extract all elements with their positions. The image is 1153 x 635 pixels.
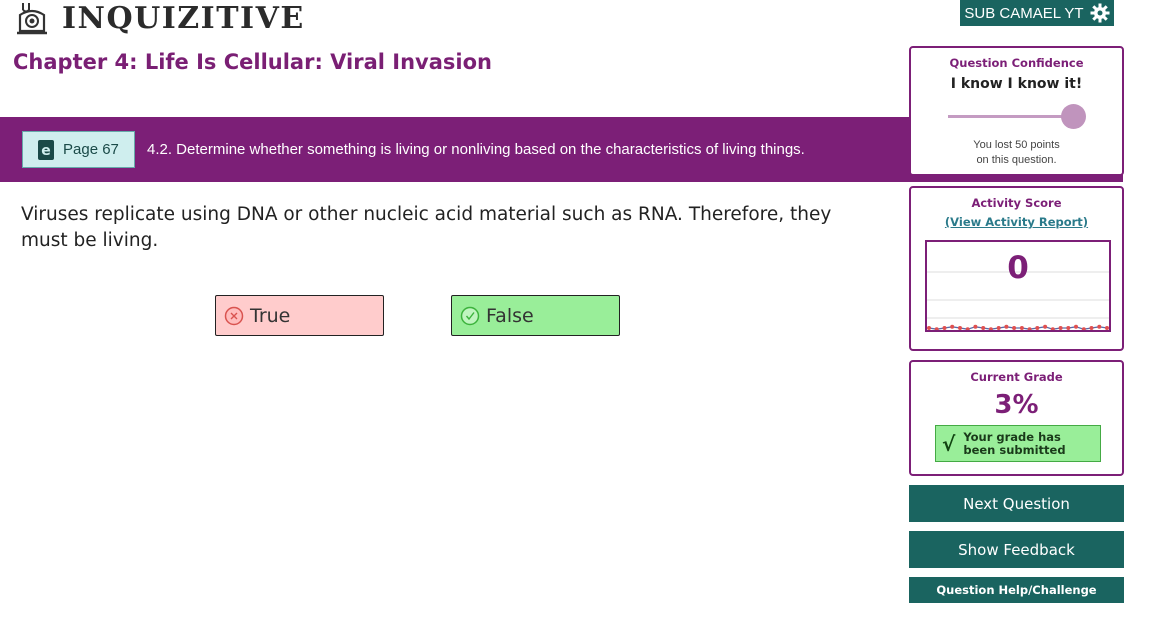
answer-false-button[interactable]: False [451,295,620,336]
user-menu-button[interactable]: SUB CAMAEL YT [960,0,1114,26]
app-logo: INQUIZITIVE [16,0,305,36]
activity-point [1058,326,1063,330]
grade-value: 3% [994,390,1039,420]
current-grade-panel: Current Grade 3% √ Your grade has been s… [909,360,1124,476]
activity-point [934,327,939,330]
activity-point [1066,326,1071,330]
activity-point [1097,324,1102,329]
activity-point [981,326,986,330]
activity-chart: 0 [925,240,1111,332]
learning-objective: 4.2. Determine whether something is livi… [147,141,805,158]
check-circle-icon [460,306,480,325]
points-message: You lost 50 points on this question. [911,138,1122,168]
confidence-panel: Question Confidence I know I know it! Yo… [909,46,1124,176]
show-feedback-button[interactable]: Show Feedback [909,531,1124,568]
svg-text:e: e [41,143,51,159]
grade-submitted-badge: √ Your grade has been submitted [935,425,1101,462]
activity-point [1027,327,1032,330]
question-text: Viruses replicate using DNA or other nuc… [21,204,832,251]
activity-point [996,326,1001,330]
view-activity-report-link[interactable]: (View Activity Report) [911,215,1122,229]
activity-title: Activity Score [971,196,1062,210]
activity-point [958,326,962,330]
owl-logo-icon [17,3,47,35]
ebook-icon: e [38,139,54,160]
points-message-line2: on this question. [976,154,1057,166]
checkmark-icon: √ [942,431,956,456]
activity-line [928,326,1108,330]
submitted-line2: been submitted [963,442,1066,457]
activity-point [1012,326,1017,330]
x-circle-icon [224,306,244,325]
grade-title: Current Grade [970,370,1063,384]
answer-label: True [250,304,291,327]
activity-point [950,324,955,329]
answer-label: False [486,304,534,327]
activity-point [1074,324,1078,329]
activity-point [973,324,978,329]
submitted-text: Your grade has been submitted [963,429,1066,457]
activity-point [1043,324,1048,329]
question-help-button[interactable]: Question Help/Challenge [909,577,1124,603]
confidence-value: I know I know it! [950,76,1083,92]
gear-icon [1090,3,1110,23]
activity-point [1019,326,1024,330]
activity-point [1035,326,1040,330]
activity-score-panel: Activity Score (View Activity Report) 0 [909,186,1124,351]
page-label: Page 67 [63,141,119,158]
activity-point [1050,327,1055,330]
ebook-page-button[interactable]: e Page 67 [22,131,135,168]
confidence-title: Question Confidence [949,56,1084,70]
activity-point [942,326,947,330]
activity-point [988,327,993,330]
answer-true-button[interactable]: True [215,295,384,336]
activity-point [1004,324,1009,329]
activity-point [927,326,931,330]
points-message-line1: You lost 50 points [973,139,1060,151]
activity-point [1089,326,1094,330]
next-question-button[interactable]: Next Question [909,485,1124,522]
chapter-title: Chapter 4: Life Is Cellular: Viral Invas… [13,50,492,74]
slider-track [948,115,1076,118]
activity-point [1105,326,1109,330]
app-name: INQUIZITIVE [62,0,305,36]
activity-score-value: 0 [1007,250,1029,286]
submitted-line1: Your grade has [963,429,1061,444]
user-name: SUB CAMAEL YT [964,4,1084,22]
slider-handle[interactable] [1061,104,1086,129]
confidence-slider[interactable] [948,103,1088,129]
activity-point [965,327,970,330]
activity-point [1081,327,1086,330]
